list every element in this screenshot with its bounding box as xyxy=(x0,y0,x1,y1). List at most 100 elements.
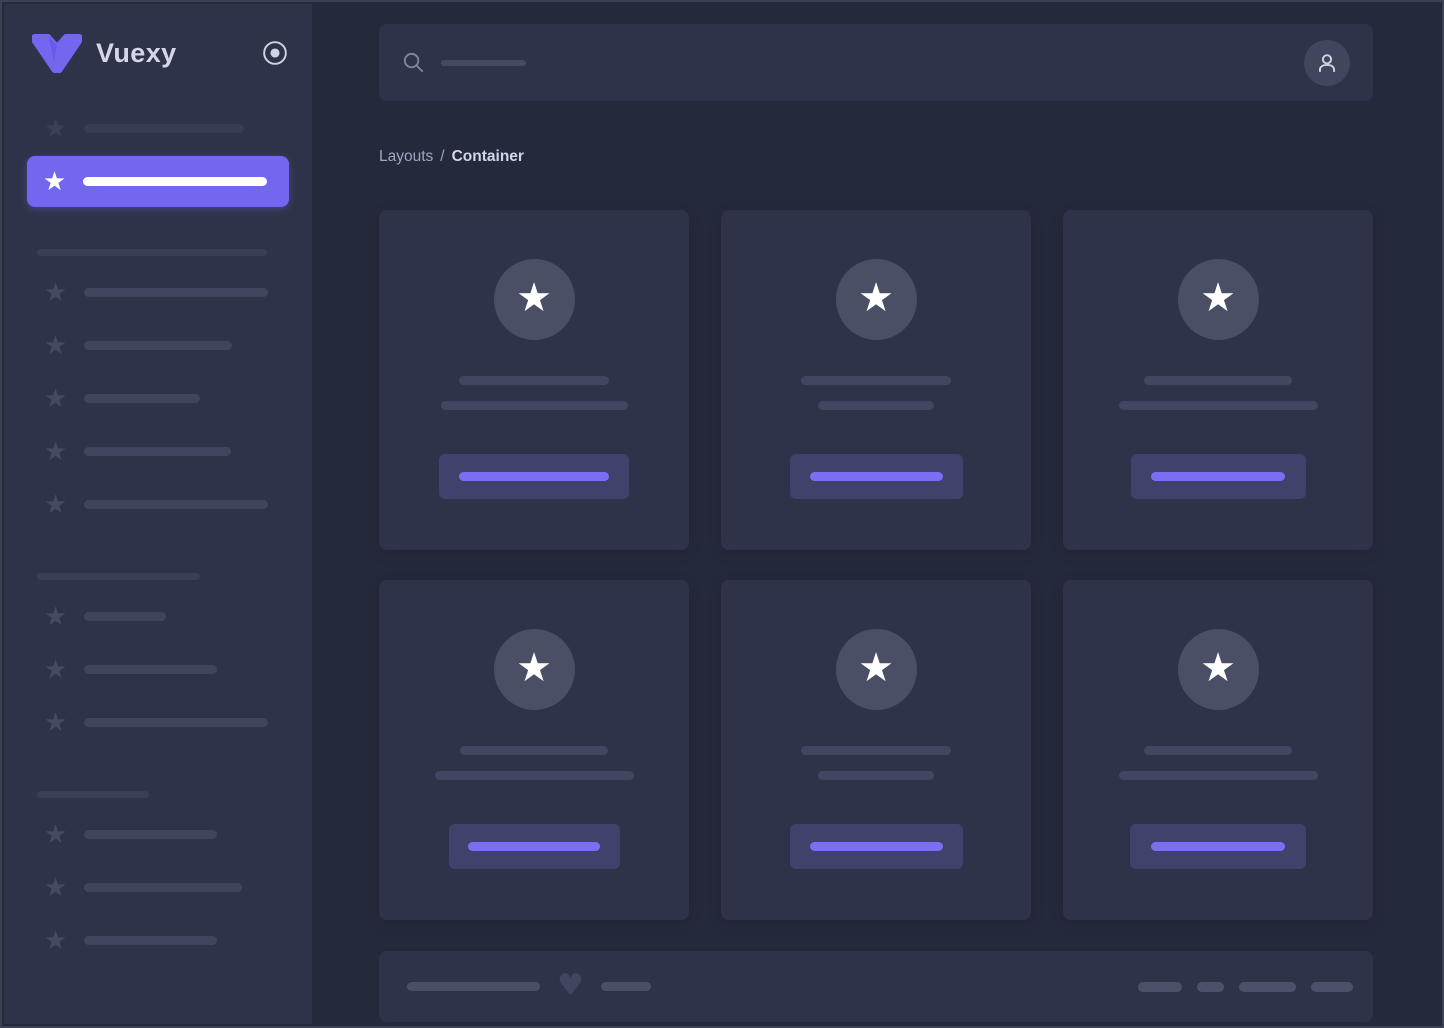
card-avatar: ★ xyxy=(493,259,575,340)
placeholder-card: ★ xyxy=(379,580,689,920)
nav-label-placeholder xyxy=(84,124,244,133)
heart-icon: ♥ xyxy=(557,967,584,1003)
topbar xyxy=(379,24,1373,101)
sidebar-item[interactable]: ★ xyxy=(28,266,288,319)
breadcrumb-parent[interactable]: Layouts xyxy=(379,148,433,165)
button-label-placeholder xyxy=(809,472,943,481)
card-title-placeholder xyxy=(1144,746,1292,755)
vuexy-v-logo-icon xyxy=(32,33,82,73)
card-button[interactable] xyxy=(448,824,620,869)
sidebar-item[interactable]: ★ xyxy=(28,808,288,861)
placeholder-card: ★ xyxy=(1063,580,1373,920)
nav-section-header-placeholder xyxy=(37,249,267,256)
breadcrumb-current: Container xyxy=(451,148,524,165)
star-icon: ★ xyxy=(43,277,68,308)
sidebar-item[interactable]: ★ xyxy=(28,590,288,643)
star-icon: ★ xyxy=(516,274,552,321)
card-subtitle-placeholder xyxy=(818,771,934,780)
nav-label-placeholder xyxy=(83,177,267,186)
footer-link-placeholder xyxy=(1138,981,1182,992)
sidebar-item[interactable]: ★ xyxy=(28,425,288,478)
search-input-placeholder[interactable] xyxy=(441,59,526,66)
nav-label-placeholder xyxy=(84,830,217,839)
card-button[interactable] xyxy=(439,454,629,499)
card-avatar: ★ xyxy=(1177,629,1259,710)
sidebar-item[interactable]: ★ xyxy=(28,696,288,749)
footer-link-placeholder xyxy=(1239,981,1296,992)
card-subtitle-placeholder xyxy=(434,771,634,780)
footer-text-placeholder xyxy=(407,982,540,991)
main-content: Layouts / Container ★ ★ ★ ★ ★ ★ ♥ xyxy=(312,4,1440,1024)
star-icon: ★ xyxy=(43,707,68,738)
card-avatar: ★ xyxy=(835,629,917,710)
footer-link-placeholder xyxy=(1197,981,1224,992)
sidebar-item[interactable]: ★ xyxy=(28,478,288,531)
card-subtitle-placeholder xyxy=(440,401,628,410)
nav-label-placeholder xyxy=(84,936,217,945)
nav-label-placeholder xyxy=(84,612,166,621)
card-button[interactable] xyxy=(789,824,963,869)
star-icon: ★ xyxy=(43,383,68,414)
card-avatar: ★ xyxy=(1177,259,1259,340)
nav-section-header-placeholder xyxy=(37,573,200,580)
card-subtitle-placeholder xyxy=(1118,771,1318,780)
user-avatar-button[interactable] xyxy=(1304,39,1350,86)
nav-label-placeholder xyxy=(84,394,200,403)
sidebar-item-active[interactable]: ★ xyxy=(27,156,289,207)
nav-label-placeholder xyxy=(84,883,242,892)
nav-label-placeholder xyxy=(84,500,268,509)
sidebar-item[interactable]: ★ xyxy=(28,643,288,696)
star-icon: ★ xyxy=(43,819,68,850)
star-icon: ★ xyxy=(43,436,68,467)
star-icon: ★ xyxy=(858,274,894,321)
star-icon: ★ xyxy=(858,644,894,691)
footer-text-placeholder xyxy=(600,982,651,991)
nav-section-header-placeholder xyxy=(37,791,149,798)
person-icon xyxy=(1318,53,1336,72)
star-icon: ★ xyxy=(1200,274,1236,321)
button-label-placeholder xyxy=(1151,842,1285,851)
card-button[interactable] xyxy=(1130,824,1306,869)
star-icon: ★ xyxy=(43,654,68,685)
placeholder-card: ★ xyxy=(721,210,1031,550)
nav-label-placeholder xyxy=(84,288,268,297)
sidebar-item[interactable]: ★ xyxy=(28,861,288,914)
star-icon: ★ xyxy=(43,872,68,903)
breadcrumb-separator: / xyxy=(440,148,445,165)
breadcrumb: Layouts / Container xyxy=(379,148,1373,166)
nav-label-placeholder xyxy=(84,341,232,350)
star-icon: ★ xyxy=(43,330,68,361)
card-subtitle-placeholder xyxy=(1118,401,1318,410)
card-title-placeholder xyxy=(459,376,609,385)
star-icon: ★ xyxy=(42,166,67,197)
search-icon xyxy=(402,51,425,74)
nav-label-placeholder xyxy=(84,665,217,674)
sidebar-item[interactable]: ★ xyxy=(28,914,288,967)
star-icon: ★ xyxy=(1200,644,1236,691)
sidebar-header: Vuexy xyxy=(4,4,312,102)
nav-label-placeholder xyxy=(84,447,231,456)
card-avatar: ★ xyxy=(493,629,575,710)
star-icon: ★ xyxy=(43,113,68,144)
sidebar-item[interactable]: ★ xyxy=(28,372,288,425)
star-icon: ★ xyxy=(43,489,68,520)
footer-right-group xyxy=(1138,981,1353,992)
placeholder-card: ★ xyxy=(379,210,689,550)
button-label-placeholder xyxy=(459,472,609,481)
card-button[interactable] xyxy=(789,454,963,499)
star-icon: ★ xyxy=(516,644,552,691)
sidebar-item[interactable]: ★ xyxy=(28,319,288,372)
card-avatar: ★ xyxy=(835,259,917,340)
button-label-placeholder xyxy=(468,842,600,851)
sidebar-item[interactable]: ★ xyxy=(28,102,288,155)
nav-label-placeholder xyxy=(84,718,268,727)
record-circle-icon[interactable] xyxy=(262,40,288,66)
sidebar: Vuexy ★ ★ ★ ★ ★ ★ ★ ★ ★ ★ ★ ★ ★ xyxy=(4,4,312,1024)
button-label-placeholder xyxy=(1151,472,1285,481)
footer-card: ♥ xyxy=(379,951,1373,1022)
card-title-placeholder xyxy=(801,376,951,385)
brand-name: Vuexy xyxy=(96,37,177,68)
card-button[interactable] xyxy=(1130,454,1306,499)
sidebar-nav: ★ ★ ★ ★ ★ ★ ★ ★ ★ ★ ★ ★ ★ xyxy=(4,102,312,967)
card-title-placeholder xyxy=(801,746,951,755)
